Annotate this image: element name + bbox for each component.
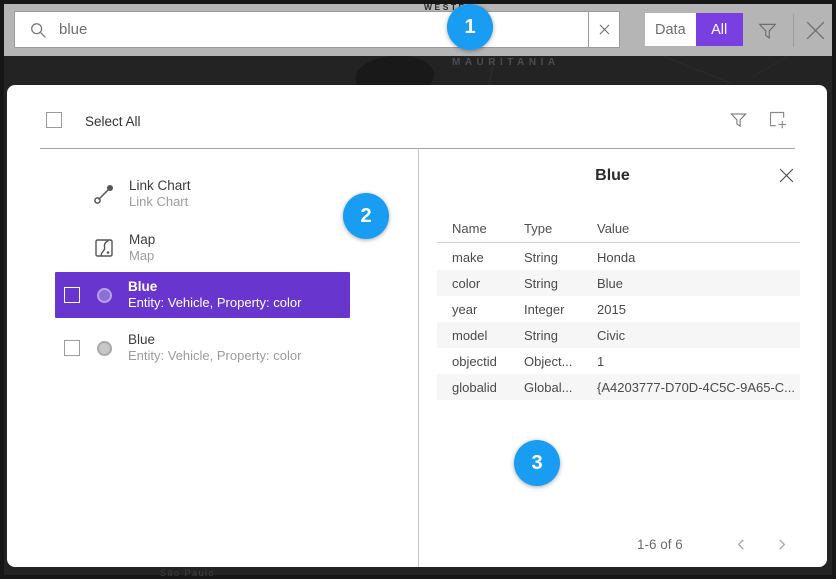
property-table: Name Type Value make String Honda color … bbox=[437, 216, 800, 400]
select-all-label: Select All bbox=[85, 114, 141, 129]
result-title: Blue bbox=[128, 279, 301, 295]
column-header-type: Type bbox=[524, 221, 597, 236]
result-title: Link Chart bbox=[129, 178, 191, 194]
filter-icon[interactable] bbox=[729, 110, 748, 129]
link-chart-icon bbox=[92, 182, 116, 206]
search-field[interactable] bbox=[15, 12, 588, 47]
result-subtitle: Entity: Vehicle, Property: color bbox=[128, 295, 301, 311]
result-item-link-chart[interactable]: Link Chart Link Chart bbox=[92, 178, 191, 210]
cell-value: Blue bbox=[597, 276, 800, 291]
result-item-blue[interactable]: Blue Entity: Vehicle, Property: color bbox=[55, 325, 350, 371]
result-subtitle: Link Chart bbox=[129, 194, 191, 210]
map-icon bbox=[92, 236, 116, 260]
search-input[interactable] bbox=[47, 21, 588, 38]
table-header-divider bbox=[437, 242, 800, 243]
result-title: Map bbox=[129, 232, 155, 248]
cell-name: year bbox=[452, 302, 524, 317]
result-title: Blue bbox=[128, 332, 301, 348]
result-text: Blue Entity: Vehicle, Property: color bbox=[128, 279, 301, 311]
result-item-blue-selected[interactable]: Blue Entity: Vehicle, Property: color bbox=[55, 272, 350, 318]
cell-type: String bbox=[524, 276, 597, 291]
cell-type: Global... bbox=[524, 380, 597, 395]
cell-name: color bbox=[452, 276, 524, 291]
result-checkbox[interactable] bbox=[64, 340, 80, 356]
clear-search-button[interactable] bbox=[588, 12, 619, 47]
cell-value: Civic bbox=[597, 328, 800, 343]
result-text: Link Chart Link Chart bbox=[129, 178, 191, 210]
entity-swatch-icon bbox=[97, 341, 112, 356]
property-table-header: Name Type Value bbox=[437, 216, 800, 240]
column-header-value: Value bbox=[597, 221, 800, 236]
result-subtitle: Map bbox=[129, 248, 155, 264]
result-subtitle: Entity: Vehicle, Property: color bbox=[128, 348, 301, 364]
search-box bbox=[14, 11, 620, 48]
filter-icon[interactable] bbox=[757, 20, 778, 41]
panel-column-divider bbox=[418, 149, 419, 567]
table-row: objectid Object... 1 bbox=[437, 348, 800, 374]
detail-title: Blue bbox=[418, 167, 807, 185]
close-detail-icon[interactable] bbox=[778, 167, 795, 184]
callout-badge-1: 1 bbox=[447, 4, 493, 50]
table-row: model String Civic bbox=[437, 322, 800, 348]
select-all-checkbox[interactable] bbox=[46, 112, 62, 128]
scope-all-button[interactable]: All bbox=[696, 13, 743, 46]
cell-type: String bbox=[524, 250, 597, 265]
cell-value: 2015 bbox=[597, 302, 800, 317]
cell-name: model bbox=[452, 328, 524, 343]
result-text: Map Map bbox=[129, 232, 155, 264]
pagination-range: 1-6 of 6 bbox=[637, 537, 683, 552]
result-item-map[interactable]: Map Map bbox=[92, 232, 155, 264]
cell-name: make bbox=[452, 250, 524, 265]
search-results-panel: Select All Link Chart Link Chart bbox=[7, 85, 827, 567]
close-search-icon[interactable] bbox=[803, 18, 828, 43]
search-icon bbox=[29, 21, 47, 39]
table-row: color String Blue bbox=[437, 270, 800, 296]
scope-data-button[interactable]: Data bbox=[645, 13, 696, 46]
entity-swatch-icon bbox=[97, 288, 112, 303]
cell-type: Object... bbox=[524, 354, 597, 369]
search-toolbar: Data All bbox=[4, 4, 832, 56]
cell-name: objectid bbox=[452, 354, 524, 369]
cell-name: globalid bbox=[452, 380, 524, 395]
result-text: Blue Entity: Vehicle, Property: color bbox=[128, 332, 301, 364]
add-to-selection-icon[interactable] bbox=[767, 109, 788, 130]
column-header-name: Name bbox=[452, 221, 524, 236]
chevron-left-icon[interactable] bbox=[734, 537, 749, 552]
cell-type: Integer bbox=[524, 302, 597, 317]
chevron-right-icon[interactable] bbox=[774, 537, 789, 552]
map-label-mauritania: MAURITANIA bbox=[452, 57, 560, 68]
cell-type: String bbox=[524, 328, 597, 343]
cell-value: 1 bbox=[597, 354, 800, 369]
callout-badge-2: 2 bbox=[343, 193, 389, 239]
map-label-city: São Paulo bbox=[160, 568, 215, 578]
table-row: globalid Global... {A4203777-D70D-4C5C-9… bbox=[437, 374, 800, 400]
toolbar-divider bbox=[793, 14, 794, 47]
clear-search-icon bbox=[599, 24, 610, 35]
table-row: year Integer 2015 bbox=[437, 296, 800, 322]
cell-value: {A4203777-D70D-4C5C-9A65-C... bbox=[597, 380, 800, 395]
search-scope-toggle: Data All bbox=[645, 13, 743, 46]
table-row: make String Honda bbox=[437, 244, 800, 270]
callout-badge-3: 3 bbox=[514, 440, 560, 486]
result-checkbox[interactable] bbox=[64, 287, 80, 303]
cell-value: Honda bbox=[597, 250, 800, 265]
